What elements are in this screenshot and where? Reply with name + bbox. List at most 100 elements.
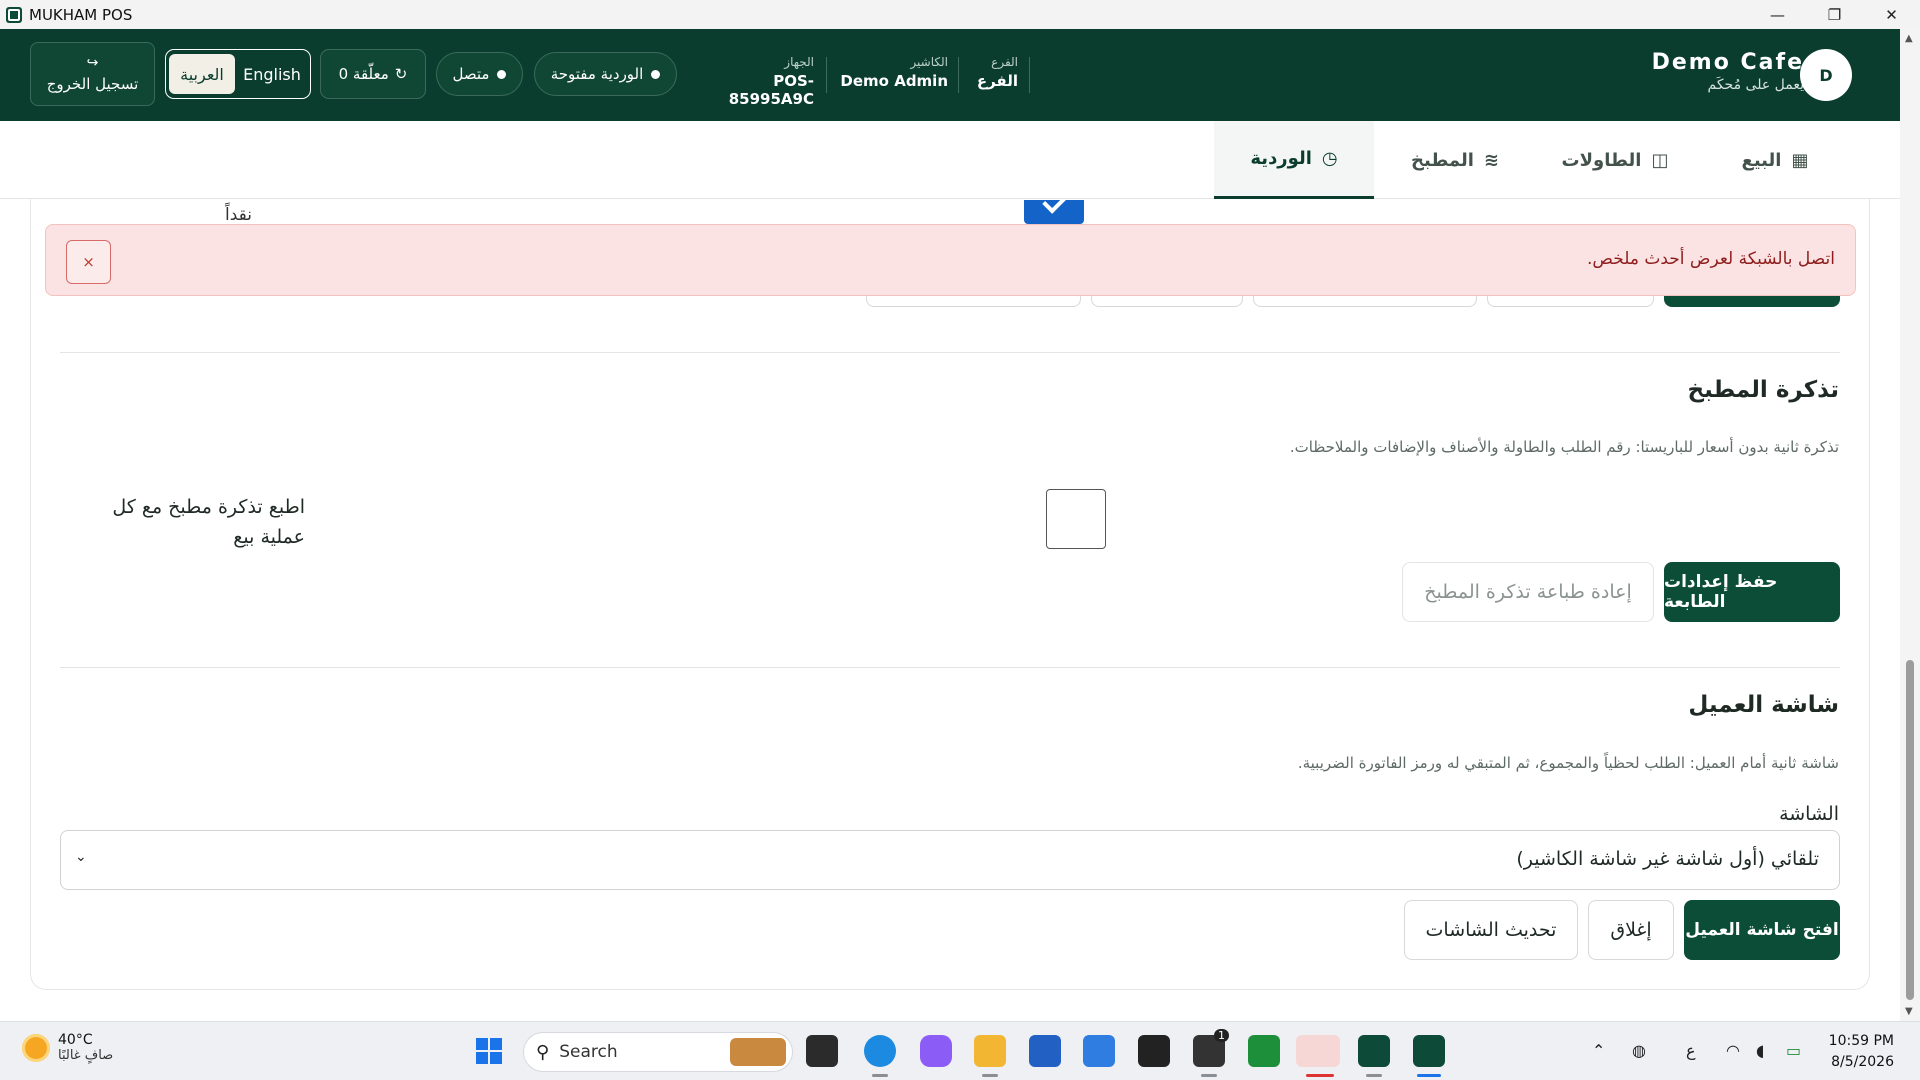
- brand-subtitle: يعمل على مُحكَم: [1707, 77, 1805, 93]
- clock-date: 8/5/2026: [1831, 1054, 1894, 1070]
- system-clock[interactable]: 10:59 PM 8/5/2026: [1829, 1031, 1894, 1073]
- network-status-icon[interactable]: ◍: [1632, 1041, 1646, 1060]
- tab-kitchen[interactable]: المطبخ ≋: [1375, 121, 1535, 199]
- scrollbar-thumb[interactable]: [1906, 660, 1914, 1000]
- kitchen-icon: ≋: [1483, 149, 1499, 171]
- scroll-up-icon[interactable]: ▲: [1905, 33, 1913, 44]
- pending-label: 0 معلّقة: [338, 65, 389, 83]
- status-dot-icon: [651, 69, 661, 79]
- mukham-pos-active-icon[interactable]: [1413, 1035, 1445, 1067]
- display-select[interactable]: تلقائي (أول شاشة غير شاشة الكاشير) ⌄: [60, 830, 1840, 890]
- branch-info: الفرع الفرع: [966, 55, 1018, 90]
- online-label: متصل: [452, 65, 490, 83]
- copilot-icon[interactable]: [920, 1035, 952, 1067]
- running-indicator: [1306, 1074, 1334, 1077]
- online-status-badge: متصل: [436, 52, 523, 96]
- divider: [958, 57, 959, 93]
- outlook-icon[interactable]: [1083, 1035, 1115, 1067]
- branch-label: الفرع: [991, 55, 1018, 69]
- activity-icon[interactable]: [1248, 1035, 1280, 1067]
- customer-display-title: شاشة العميل: [1688, 692, 1839, 718]
- network-alert: اتصل بالشبكة لعرض أحدث ملخص. ×: [45, 224, 1856, 296]
- taskbar-search[interactable]: ⚲ Search: [523, 1032, 793, 1072]
- tab-shift[interactable]: الوردية ◷: [1214, 121, 1374, 199]
- window-title: MUKHAM POS: [29, 5, 133, 24]
- installer-icon[interactable]: [1296, 1035, 1340, 1067]
- kitchen-ticket-checkbox[interactable]: [1046, 489, 1106, 549]
- partial-checkbox-checked[interactable]: [1024, 200, 1084, 224]
- grid-icon: ▦: [1791, 149, 1809, 171]
- cashier-label: الكاشير: [910, 55, 948, 69]
- chevron-up-icon[interactable]: ⌃: [1592, 1041, 1605, 1060]
- device-label: الجهاز: [784, 55, 814, 69]
- tab-label: البيع: [1741, 149, 1782, 171]
- reprint-kitchen-ticket-button[interactable]: إعادة طباعة تذكرة المطبخ: [1402, 562, 1654, 622]
- volume-icon[interactable]: ◖: [1756, 1041, 1764, 1060]
- open-customer-display-button[interactable]: افتح شاشة العميل: [1684, 900, 1840, 960]
- chevron-down-icon: ⌄: [75, 849, 87, 865]
- search-placeholder: Search: [559, 1042, 618, 1062]
- avatar[interactable]: D: [1800, 49, 1852, 101]
- restore-button[interactable]: ❐: [1806, 0, 1863, 29]
- divider: [1029, 57, 1030, 93]
- input-language-indicator[interactable]: ع: [1686, 1041, 1696, 1060]
- app-icon: [6, 6, 22, 23]
- app-box-icon[interactable]: 1: [1193, 1029, 1229, 1067]
- clock-time: 10:59 PM: [1828, 1033, 1894, 1049]
- kitchen-ticket-description: تذكرة ثانية بدون أسعار للباريستا: رقم ال…: [1289, 438, 1839, 456]
- status-dot-icon: [497, 69, 507, 79]
- minimize-button[interactable]: —: [1749, 0, 1806, 29]
- mukham-pos-icon[interactable]: [1358, 1035, 1390, 1067]
- kitchen-ticket-title: تذكرة المطبخ: [1687, 377, 1840, 403]
- start-icon[interactable]: [473, 1035, 505, 1067]
- logout-label: تسجيل الخروج: [46, 75, 139, 93]
- alert-message: اتصل بالشبكة لعرض أحدث ملخص.: [1587, 249, 1835, 269]
- weather-widget[interactable]: 40°C صافٍ غالبًا: [22, 1032, 113, 1063]
- device-info: الجهاز POS-85995A9C: [690, 55, 814, 108]
- lang-english-button[interactable]: English: [237, 54, 307, 94]
- logout-button[interactable]: ↪ تسجيل الخروج: [30, 42, 155, 106]
- cashier-value: Demo Admin: [840, 72, 948, 90]
- tab-label: الطاولات: [1561, 149, 1642, 171]
- window-title-bar: MUKHAM POS — ❐ ✕: [0, 0, 1920, 29]
- refresh-icon: ↻: [394, 65, 408, 83]
- running-indicator: [872, 1074, 888, 1077]
- language-switcher: العربية English: [165, 49, 311, 99]
- logout-icon: ↪: [86, 55, 99, 71]
- payment-method-text: نقداً: [225, 205, 252, 225]
- temperature: 40°C: [58, 1032, 93, 1048]
- shift-status-badge: الوردية مفتوحة: [534, 52, 677, 96]
- file-explorer-icon[interactable]: [974, 1035, 1006, 1067]
- main-tabs: البيع ▦ الطاولات ◫ المطبخ ≋ الوردية ◷: [0, 121, 1900, 199]
- tab-tables[interactable]: الطاولات ◫: [1535, 121, 1695, 199]
- pending-orders-button[interactable]: 0 معلّقة ↻: [320, 49, 426, 99]
- brand-name: Demo Cafe: [1651, 50, 1804, 75]
- nvidia-icon[interactable]: [1138, 1035, 1170, 1067]
- vertical-scrollbar[interactable]: ▲ ▼: [1900, 29, 1920, 1021]
- refresh-displays-button[interactable]: تحديث الشاشات: [1404, 900, 1578, 960]
- cashier-info: الكاشير Demo Admin: [836, 55, 948, 90]
- weather-description: صافٍ غالبًا: [58, 1048, 114, 1063]
- tables-icon: ◫: [1651, 149, 1669, 171]
- lang-arabic-button[interactable]: العربية: [169, 54, 235, 94]
- close-window-button[interactable]: ✕: [1863, 0, 1920, 29]
- search-highlight-icon: [730, 1038, 786, 1066]
- battery-icon[interactable]: ▭: [1786, 1041, 1801, 1060]
- close-display-button[interactable]: إغلاق: [1588, 900, 1674, 960]
- windows-taskbar: 40°C صافٍ غالبًا ⚲ Search 1 ⌃ ◍ ع ◠ ◖ ▭ …: [0, 1021, 1920, 1080]
- task-view-icon[interactable]: [806, 1035, 838, 1067]
- tab-label: المطبخ: [1411, 149, 1474, 171]
- save-printer-settings-button[interactable]: حفظ إعدادات الطابعة: [1664, 562, 1840, 622]
- alert-close-button[interactable]: ×: [66, 240, 111, 284]
- scroll-down-icon[interactable]: ▼: [1905, 1006, 1913, 1017]
- tab-sale[interactable]: البيع ▦: [1695, 121, 1855, 199]
- section-divider: [60, 667, 1840, 668]
- weather-sun-icon: [22, 1033, 50, 1062]
- search-icon: ⚲: [536, 1041, 550, 1063]
- display-select-value: تلقائي (أول شاشة غير شاشة الكاشير): [1516, 848, 1819, 870]
- app-header: ↪ تسجيل الخروج العربية English 0 معلّقة …: [0, 29, 1900, 121]
- wifi-icon[interactable]: ◠: [1726, 1041, 1740, 1060]
- running-indicator: [1366, 1074, 1382, 1077]
- store-icon[interactable]: [1029, 1035, 1061, 1067]
- edge-browser-icon[interactable]: [864, 1035, 896, 1067]
